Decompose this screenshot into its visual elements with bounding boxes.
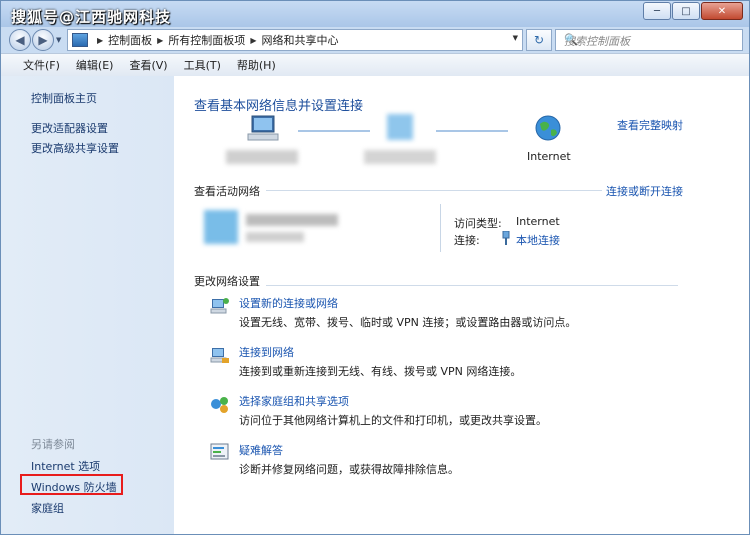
globe-icon <box>535 115 561 141</box>
close-button[interactable]: ✕ <box>701 2 743 20</box>
refresh-button[interactable]: ↻ <box>526 29 552 51</box>
address-bar[interactable]: ▶ 控制面板 ▶ 所有控制面板项 ▶ 网络和共享中心 ▼ <box>67 29 523 51</box>
task-homegroup-desc: 访问位于其他网络计算机上的文件和打印机，或更改共享设置。 <box>239 414 547 427</box>
back-button[interactable]: ◀ <box>9 29 31 51</box>
network-name-blurred <box>364 150 436 164</box>
see-also-header: 另请参阅 <box>31 438 75 451</box>
minimize-button[interactable]: ─ <box>643 2 671 20</box>
search-input[interactable]: 搜索控制面板 🔍 <box>555 29 743 51</box>
network-icon-blurred <box>204 210 238 244</box>
page-title: 查看基本网络信息并设置连接 <box>194 99 364 114</box>
task-connect-network-desc: 连接到或重新连接到无线、有线、拨号或 VPN 网络连接。 <box>239 365 522 378</box>
menu-tools[interactable]: 工具(T) <box>176 57 229 73</box>
change-settings-header: 更改网络设置 <box>194 273 266 289</box>
view-full-map-link[interactable]: 查看完整映射 <box>617 117 683 133</box>
task-troubleshoot-link[interactable]: 疑难解答 <box>239 442 283 458</box>
network-name-blurred <box>246 214 338 226</box>
internet-label: Internet <box>527 150 571 163</box>
sidebar-link-home[interactable]: 控制面板主页 <box>31 90 97 106</box>
recent-pages-dropdown[interactable]: ▼ <box>56 36 61 44</box>
navigation-bar: ◀ ▶ ▼ ▶ 控制面板 ▶ 所有控制面板项 ▶ 网络和共享中心 ▼ ↻ 搜索控… <box>1 27 749 53</box>
connect-disconnect-link[interactable]: 连接或断开连接 <box>602 183 683 199</box>
control-panel-window: 搜狐号@江西驰网科技 ─ □ ✕ ◀ ▶ ▼ ▶ 控制面板 ▶ 所有控制面板项 … <box>0 0 750 535</box>
sidebar-link-homegroup[interactable]: 家庭组 <box>31 500 64 516</box>
highlight-box <box>20 474 123 495</box>
access-type-label: 访问类型: <box>454 217 502 230</box>
menu-file[interactable]: 文件(F) <box>1 57 68 73</box>
title-bar[interactable]: 搜狐号@江西驰网科技 ─ □ ✕ <box>1 1 749 27</box>
local-connection-link[interactable]: 本地连接 <box>516 232 560 248</box>
forward-button[interactable]: ▶ <box>32 29 54 51</box>
computer-name-blurred <box>226 150 298 164</box>
task-connect-network-link[interactable]: 连接到网络 <box>239 344 294 360</box>
task-setup-new-connection-link[interactable]: 设置新的连接或网络 <box>239 295 338 311</box>
breadcrumb-separator-icon[interactable]: ▶ <box>157 36 163 45</box>
ethernet-icon <box>502 231 510 245</box>
breadcrumb-control-panel[interactable]: 控制面板 <box>108 32 152 48</box>
breadcrumb-separator-icon[interactable]: ▶ <box>97 36 103 45</box>
breadcrumb-network-center[interactable]: 网络和共享中心 <box>261 32 338 48</box>
active-networks-header: 查看活动网络 <box>194 183 266 199</box>
address-dropdown-icon[interactable]: ▼ <box>513 34 518 42</box>
breadcrumb-separator-icon[interactable]: ▶ <box>250 36 256 45</box>
task-homegroup-link[interactable]: 选择家庭组和共享选项 <box>239 393 349 409</box>
connection-label: 连接: <box>454 234 480 247</box>
control-panel-icon <box>72 33 88 47</box>
computer-icon <box>247 115 279 141</box>
menu-help[interactable]: 帮助(H) <box>229 57 284 73</box>
menu-edit[interactable]: 编辑(E) <box>68 57 122 73</box>
sidebar-link-adapter-settings[interactable]: 更改适配器设置 <box>31 120 108 136</box>
network-type-blurred <box>246 232 304 242</box>
menu-view[interactable]: 查看(V) <box>121 57 175 73</box>
new-connection-icon <box>210 298 229 314</box>
menu-bar: 文件(F) 编辑(E) 查看(V) 工具(T) 帮助(H) <box>1 53 749 77</box>
network-icon-blurred <box>387 114 413 140</box>
sidebar-link-sharing-settings[interactable]: 更改高级共享设置 <box>31 140 119 156</box>
access-type-value: Internet <box>516 215 560 228</box>
divider <box>194 285 678 286</box>
main-content: 查看基本网络信息并设置连接 查看完整映射 Internet 查看活动网络 连接或… <box>174 76 749 534</box>
maximize-button[interactable]: □ <box>672 2 700 20</box>
network-line <box>436 130 508 132</box>
watermark-text: 搜狐号@江西驰网科技 <box>11 8 172 26</box>
sidebar-link-internet-options[interactable]: Internet 选项 <box>31 458 100 474</box>
sidebar: 控制面板主页 更改适配器设置 更改高级共享设置 另请参阅 Internet 选项… <box>1 76 174 534</box>
breadcrumb-all-items[interactable]: 所有控制面板项 <box>168 32 245 48</box>
window-controls: ─ □ ✕ <box>643 2 743 20</box>
vertical-divider <box>440 204 441 252</box>
troubleshoot-icon <box>210 443 229 460</box>
task-setup-new-connection-desc: 设置无线、宽带、拨号、临时或 VPN 连接；或设置路由器或访问点。 <box>239 316 577 329</box>
connect-network-icon <box>210 348 229 363</box>
network-line <box>298 130 370 132</box>
task-troubleshoot-desc: 诊断并修复网络问题，或获得故障排除信息。 <box>239 463 459 476</box>
homegroup-icon <box>211 397 228 413</box>
search-icon[interactable]: 🔍 <box>564 33 737 46</box>
